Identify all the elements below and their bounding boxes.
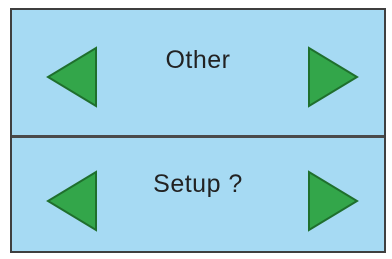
arrow-right-icon (308, 170, 359, 232)
arrow-right-icon (308, 46, 359, 108)
selector-row-other: Other (12, 10, 384, 130)
next-option-button[interactable] (307, 170, 359, 232)
next-option-button[interactable] (307, 46, 359, 108)
selector-panel: Other Setup ? (10, 8, 386, 253)
selector-row-setup: Setup ? (12, 135, 384, 256)
